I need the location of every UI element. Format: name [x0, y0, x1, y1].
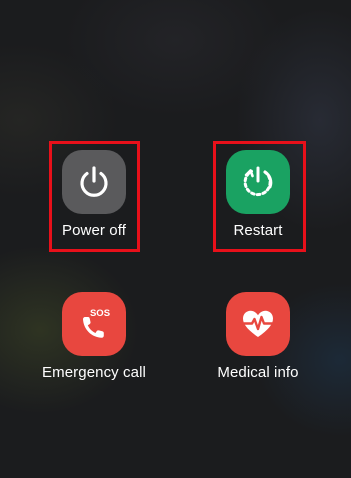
emergency-call-button[interactable]: SOS Emergency call	[34, 292, 154, 381]
power-off-highlight	[49, 141, 140, 252]
restart-highlight	[213, 141, 306, 252]
sos-badge: SOS	[90, 308, 110, 319]
medical-info-icon-tile[interactable]	[226, 292, 290, 356]
heart-pulse-icon	[242, 310, 274, 337]
emergency-call-label: Emergency call	[42, 364, 146, 381]
medical-info-label: Medical info	[217, 364, 299, 381]
sos-phone-icon: SOS	[83, 308, 110, 338]
emergency-call-icon-tile[interactable]: SOS	[62, 292, 126, 356]
medical-info-button[interactable]: Medical info	[198, 292, 318, 381]
